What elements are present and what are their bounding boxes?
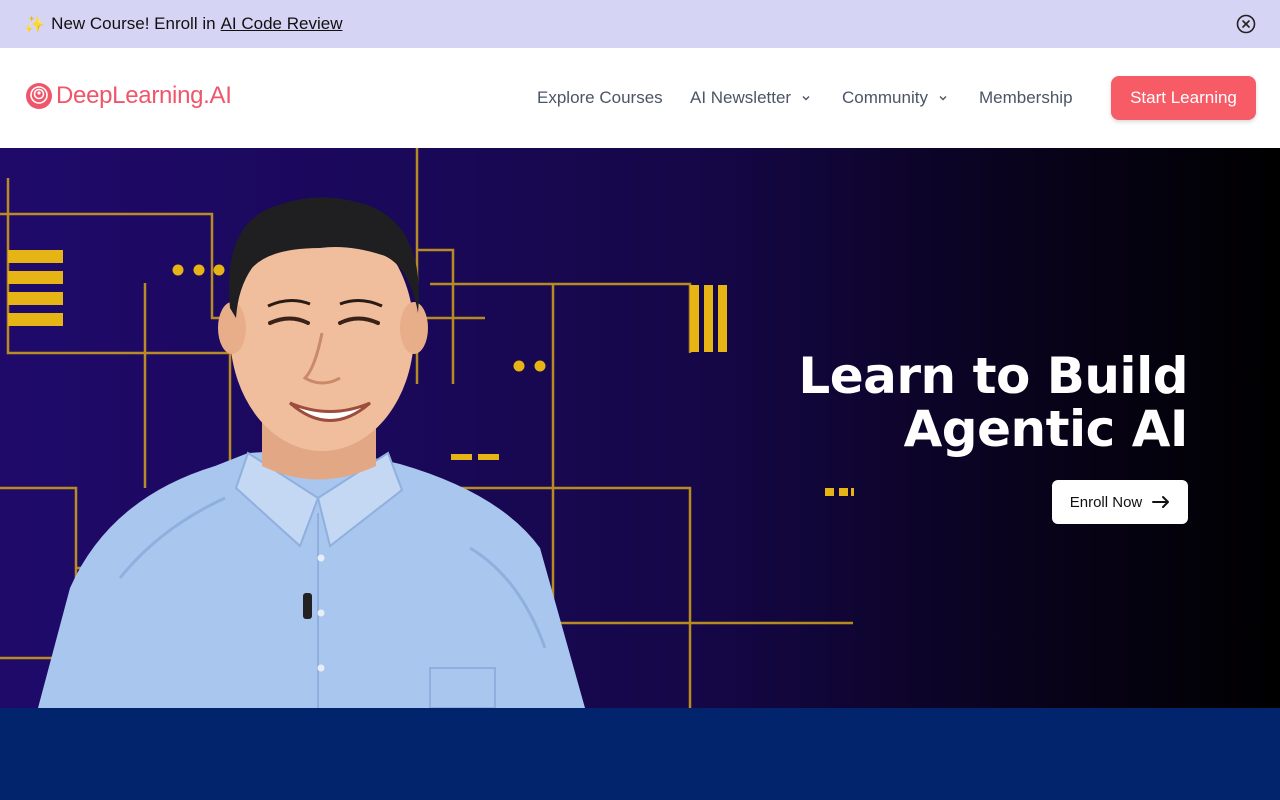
chevron-down-icon — [939, 96, 947, 101]
site-logo[interactable]: DeepLearning.AI — [25, 82, 232, 110]
hero-headline: Learn to Build Agentic AI — [798, 350, 1188, 456]
nav-ai-newsletter[interactable]: AI Newsletter — [690, 48, 811, 148]
hero-banner: Learn to Build Agentic AI Enroll Now — [0, 148, 1280, 708]
enroll-now-label: Enroll Now — [1069, 493, 1143, 511]
hero-headline-line-1: Learn to Build — [798, 347, 1188, 405]
nav-explore-courses[interactable]: Explore Courses — [537, 48, 663, 148]
logo-icon — [26, 83, 52, 109]
chevron-down-icon — [802, 96, 810, 101]
nav-item-label: Explore Courses — [537, 88, 663, 107]
section-band — [0, 708, 1280, 800]
announcement-course-link[interactable]: AI Code Review — [221, 14, 343, 34]
nav-item-label: Community — [842, 88, 928, 107]
arrow-right-icon — [1152, 496, 1170, 508]
main-navbar: DeepLearning.AI Explore Courses AI Newsl… — [0, 48, 1280, 148]
logo-wordmark: DeepLearning.AI — [56, 82, 232, 109]
enroll-now-button[interactable]: Enroll Now — [1052, 480, 1188, 524]
announcement-bar: ✨ New Course! Enroll in AI Code Review — [0, 0, 1280, 48]
hero-headline-line-2: Agentic AI — [903, 400, 1189, 458]
nav-community[interactable]: Community — [842, 48, 948, 148]
start-learning-button[interactable]: Start Learning — [1111, 76, 1256, 120]
sparkle-icon: ✨ — [24, 14, 46, 34]
nav-item-label: AI Newsletter — [690, 88, 792, 107]
presenter-photo — [38, 197, 585, 708]
announcement-text: New Course! Enroll in — [51, 14, 216, 33]
nav-membership[interactable]: Membership — [979, 48, 1073, 148]
nav-item-label: Membership — [979, 88, 1073, 107]
close-circle-icon[interactable] — [1236, 14, 1256, 34]
